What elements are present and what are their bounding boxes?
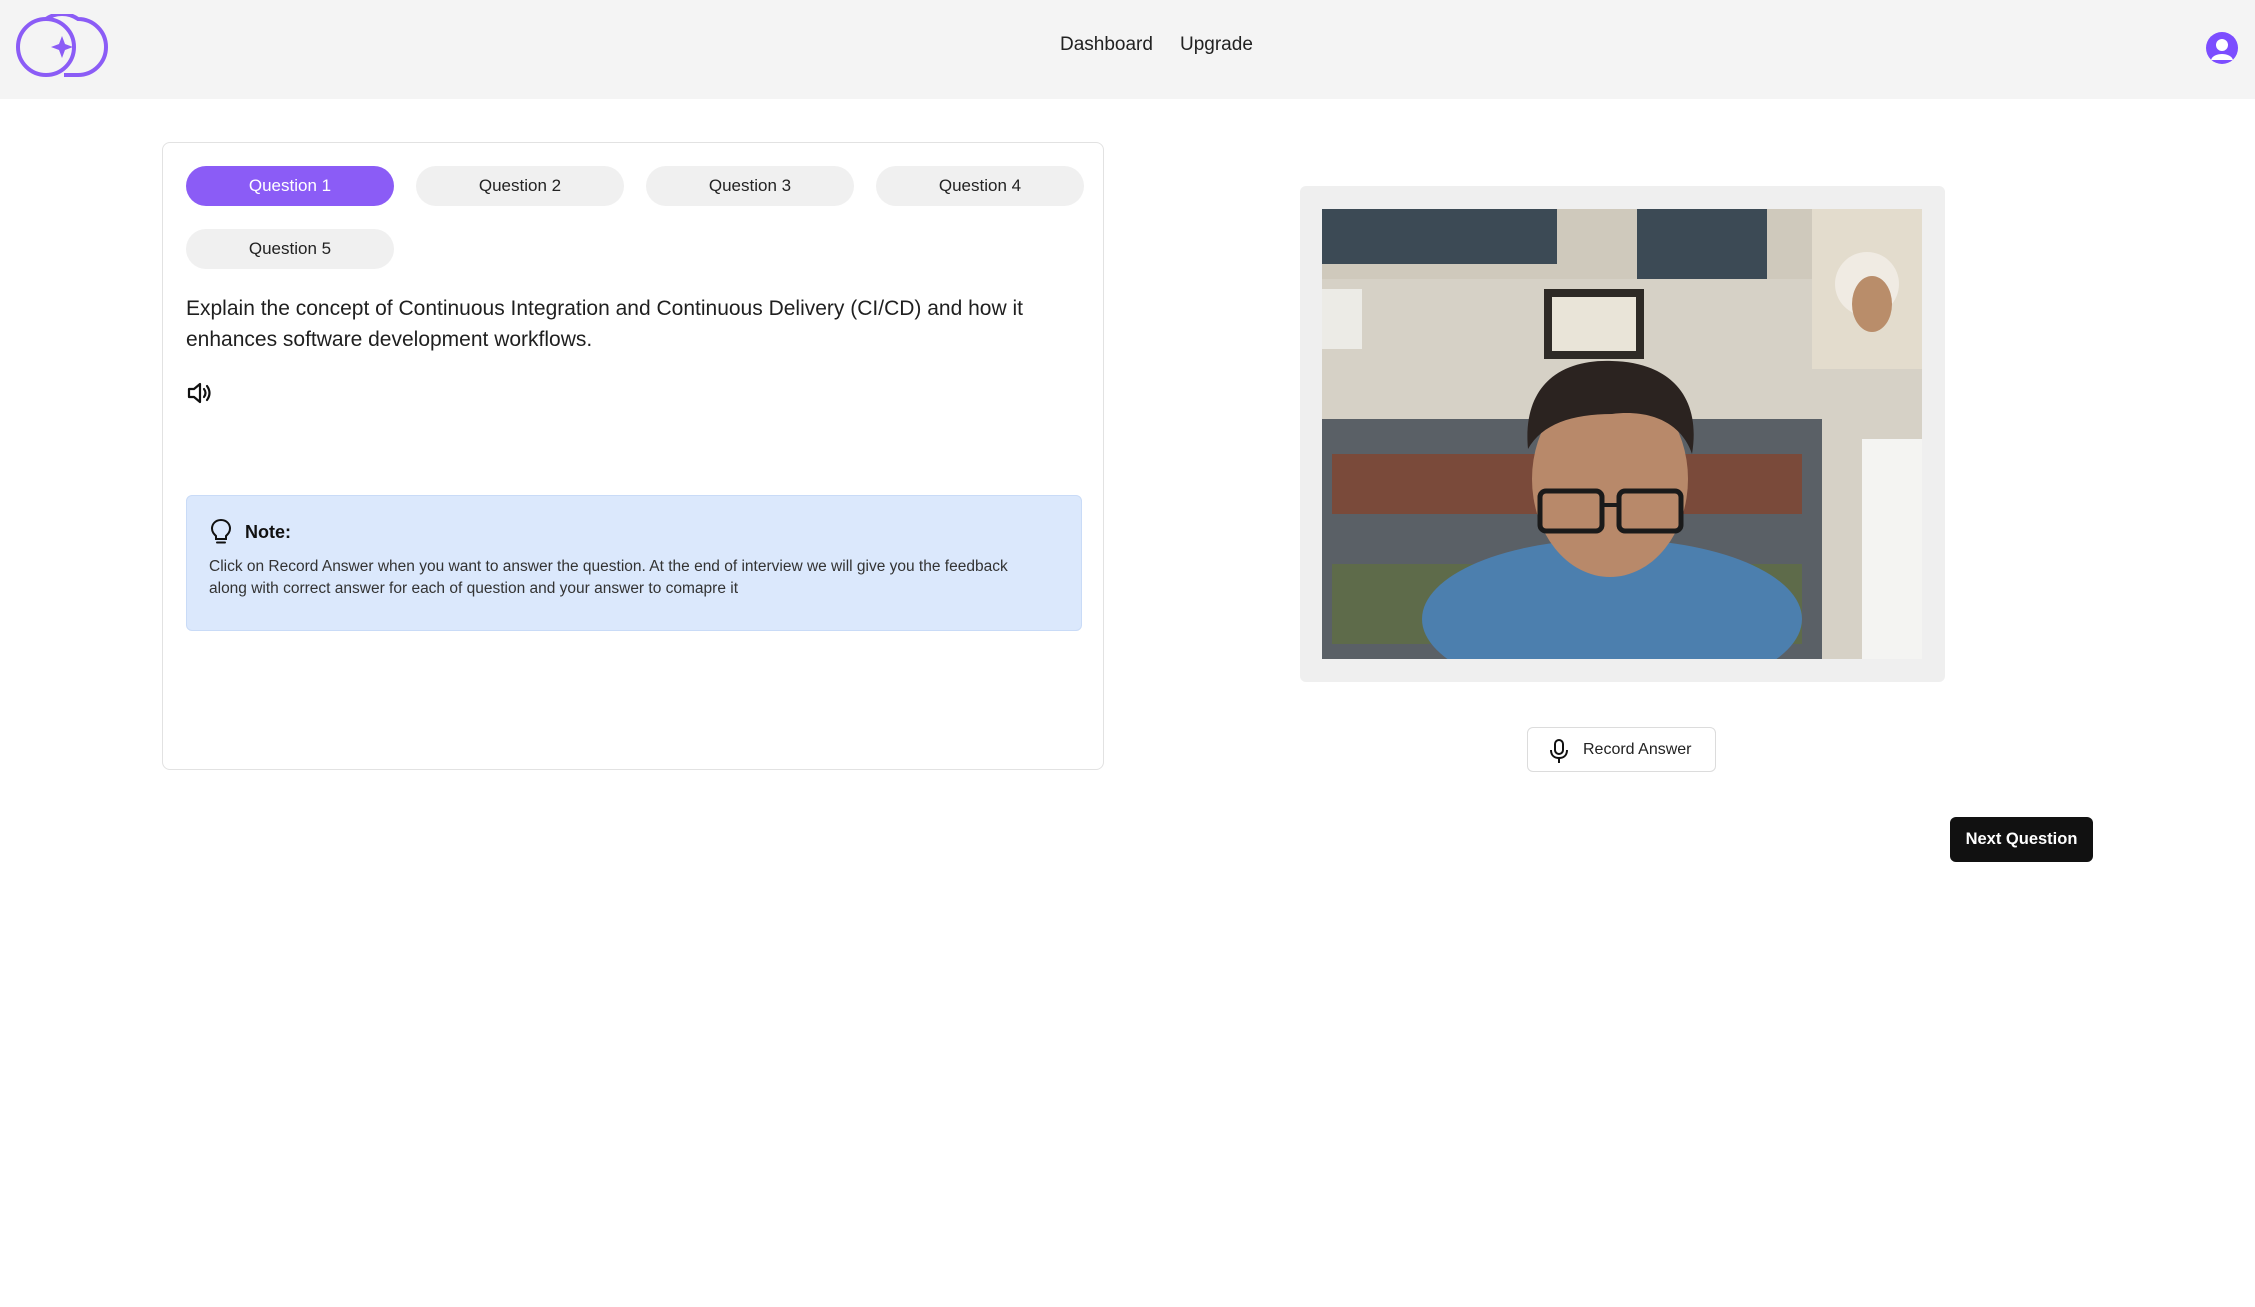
note-box: Note: Click on Record Answer when you wa… xyxy=(186,495,1082,631)
webcam-frame xyxy=(1300,186,1945,682)
note-title: Note: xyxy=(245,522,291,542)
question-card: Question 1 Question 2 Question 3 Questio… xyxy=(162,142,1104,770)
record-answer-button[interactable]: Record Answer xyxy=(1527,727,1716,772)
top-header: Dashboard Upgrade xyxy=(0,0,2255,99)
question-text: Explain the concept of Continuous Integr… xyxy=(186,297,1023,351)
record-answer-label: Record Answer xyxy=(1583,741,1692,758)
speaker-icon[interactable] xyxy=(186,379,214,407)
lightbulb-icon xyxy=(210,518,232,544)
microphone-icon xyxy=(1550,739,1568,763)
tab-question-5[interactable]: Question 5 xyxy=(186,229,394,269)
tab-question-4[interactable]: Question 4 xyxy=(876,166,1084,206)
webcam-feed xyxy=(1322,209,1922,659)
tab-question-2[interactable]: Question 2 xyxy=(416,166,624,206)
nav-upgrade[interactable]: Upgrade xyxy=(1180,34,1253,56)
tab-question-1[interactable]: Question 1 xyxy=(186,166,394,206)
brand-logo-icon[interactable] xyxy=(16,14,108,80)
tab-question-3[interactable]: Question 3 xyxy=(646,166,854,206)
next-question-button[interactable]: Next Question xyxy=(1950,817,2093,862)
nav-dashboard[interactable]: Dashboard xyxy=(1060,34,1153,56)
note-body: Click on Record Answer when you want to … xyxy=(209,558,1008,597)
user-avatar-icon[interactable] xyxy=(2206,32,2238,64)
